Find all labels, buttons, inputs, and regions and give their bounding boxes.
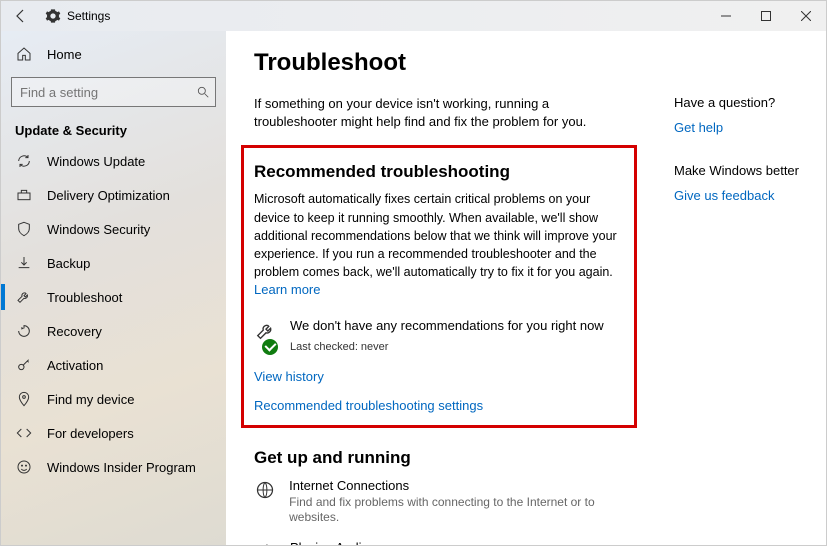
troubleshooter-audio[interactable]: Playing Audio Find and fix problems with… [254,540,634,545]
recommended-desc: Microsoft automatically fixes certain cr… [254,192,617,279]
recovery-icon [15,323,33,339]
sidebar-item-label: Windows Update [47,154,145,169]
sidebar-section-header: Update & Security [1,115,226,144]
speaker-icon [254,540,276,545]
recommended-heading: Recommended troubleshooting [254,162,624,182]
sidebar-item-windows-insider[interactable]: Windows Insider Program [1,450,226,484]
settings-icon [45,8,61,24]
back-button[interactable] [1,8,41,24]
status-title: We don't have any recommendations for yo… [290,318,604,333]
sidebar-item-label: Find my device [47,392,134,407]
sync-icon [15,153,33,169]
sidebar-item-troubleshoot[interactable]: Troubleshoot [1,280,226,314]
sidebar-item-activation[interactable]: Activation [1,348,226,382]
window-title: Settings [67,9,110,23]
sidebar-item-label: Troubleshoot [47,290,122,305]
recommended-section-highlight: Recommended troubleshooting Microsoft au… [241,145,637,427]
wrench-icon [254,318,278,342]
intro-text: If something on your device isn't workin… [254,95,634,131]
sidebar-item-label: Delivery Optimization [47,188,170,203]
getup-heading: Get up and running [254,448,634,468]
sidebar-home[interactable]: Home [1,37,226,71]
recommendation-status: We don't have any recommendations for yo… [254,318,624,355]
sidebar-item-delivery-optimization[interactable]: Delivery Optimization [1,178,226,212]
give-feedback-link[interactable]: Give us feedback [674,188,774,203]
sidebar-item-windows-update[interactable]: Windows Update [1,144,226,178]
home-icon [15,46,33,62]
sidebar-home-label: Home [47,47,82,62]
page-title: Troubleshoot [254,49,810,77]
insider-icon [15,459,33,475]
maximize-button[interactable] [746,1,786,31]
sidebar: Home Update & Security Windows Update De… [1,31,226,545]
view-history-link[interactable]: View history [254,369,624,384]
check-icon [262,339,278,355]
sidebar-item-for-developers[interactable]: For developers [1,416,226,450]
sidebar-item-find-my-device[interactable]: Find my device [1,382,226,416]
globe-icon [254,478,275,500]
settings-window: Settings Home Update & Security Windows … [0,0,827,546]
sidebar-item-label: For developers [47,426,134,441]
troubleshooter-title: Playing Audio [290,540,507,545]
sidebar-item-backup[interactable]: Backup [1,246,226,280]
search-input[interactable] [20,85,196,100]
developer-icon [15,425,33,441]
sidebar-item-label: Windows Security [47,222,150,237]
sidebar-item-label: Recovery [47,324,102,339]
status-subtitle: Last checked: never [290,341,388,353]
recommended-settings-link[interactable]: Recommended troubleshooting settings [254,398,624,413]
sidebar-item-label: Windows Insider Program [47,460,196,475]
close-button[interactable] [786,1,826,31]
location-icon [15,391,33,407]
wrench-icon [15,289,33,305]
delivery-icon [15,187,33,203]
shield-icon [15,221,33,237]
get-help-link[interactable]: Get help [674,120,723,135]
backup-icon [15,255,33,271]
sidebar-item-label: Backup [47,256,90,271]
troubleshooter-internet[interactable]: Internet Connections Find and fix proble… [254,478,634,526]
help-heading: Have a question? [674,95,810,110]
minimize-button[interactable] [706,1,746,31]
sidebar-item-label: Activation [47,358,103,373]
aside-column: Have a question? Get help Make Windows b… [674,95,810,545]
feedback-heading: Make Windows better [674,163,810,178]
learn-more-link[interactable]: Learn more [254,282,320,297]
search-icon [196,85,210,99]
titlebar: Settings [1,1,826,31]
troubleshooter-title: Internet Connections [289,478,634,493]
search-box[interactable] [11,77,216,107]
main-content: Troubleshoot If something on your device… [226,31,826,545]
troubleshooter-desc: Find and fix problems with connecting to… [289,495,634,526]
sidebar-item-windows-security[interactable]: Windows Security [1,212,226,246]
sidebar-item-recovery[interactable]: Recovery [1,314,226,348]
content-column: If something on your device isn't workin… [254,95,634,545]
key-icon [15,357,33,373]
